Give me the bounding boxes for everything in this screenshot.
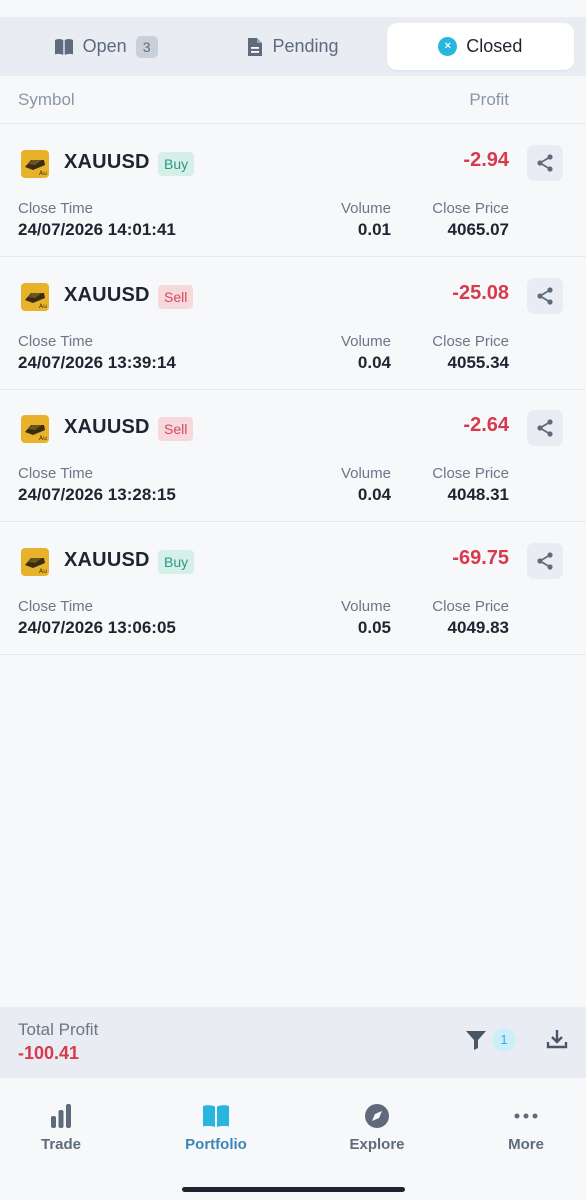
trade-profit: -69.75 xyxy=(452,547,509,569)
nav-trade-label: Trade xyxy=(40,1136,82,1153)
trade-profit: -25.08 xyxy=(452,282,509,304)
nav-trade[interactable]: Trade xyxy=(11,1102,111,1153)
nav-explore-label: Explore xyxy=(349,1136,405,1153)
symbol-column-header: Symbol xyxy=(18,90,75,109)
profit-column-header: Profit xyxy=(469,90,509,109)
close-price-label: Close Price xyxy=(432,200,509,217)
gold-bars-icon: Au xyxy=(21,150,49,178)
order-tabs: Open 3 Pending × Closed xyxy=(0,17,586,76)
nav-more-label: More xyxy=(508,1136,544,1153)
gold-bars-icon: Au xyxy=(21,415,49,443)
svg-text:Au: Au xyxy=(39,303,47,310)
share-button[interactable] xyxy=(527,145,563,181)
filter-count-badge: 1 xyxy=(492,1028,516,1052)
portfolio-screen: Open 3 Pending × Closed Symbol Profit Au xyxy=(0,0,586,1200)
share-icon xyxy=(537,419,553,437)
volume-value: 0.01 xyxy=(357,220,391,239)
bottom-navigation: Trade Portfolio Explore More xyxy=(0,1078,586,1200)
share-button[interactable] xyxy=(527,410,563,446)
tab-open-label: Open xyxy=(82,36,127,56)
close-time-label: Close Time xyxy=(18,465,94,482)
close-price-label: Close Price xyxy=(432,598,509,615)
close-time-label: Close Time xyxy=(18,598,94,615)
compass-icon xyxy=(365,1104,389,1128)
close-time-value: 24/07/2026 13:28:15 xyxy=(18,485,176,504)
tab-pending-label: Pending xyxy=(272,36,339,56)
book-icon xyxy=(203,1105,229,1127)
document-icon xyxy=(248,37,263,56)
nav-portfolio[interactable]: Portfolio xyxy=(166,1102,266,1153)
close-time-value: 24/07/2026 14:01:41 xyxy=(18,220,176,239)
tab-open[interactable]: Open 3 xyxy=(12,23,199,70)
trade-side-badge: Sell xyxy=(158,285,194,309)
close-price-value: 4048.31 xyxy=(447,485,509,504)
share-button[interactable] xyxy=(527,543,563,579)
svg-text:Au: Au xyxy=(39,435,47,442)
trade-symbol: XAUUSD xyxy=(64,549,150,571)
trade-side-badge: Buy xyxy=(158,152,195,176)
close-time-label: Close Time xyxy=(18,333,94,350)
column-header: Symbol Profit xyxy=(0,76,586,124)
trade-side-badge: Buy xyxy=(158,550,195,574)
volume-label: Volume xyxy=(340,598,391,615)
nav-more[interactable]: More xyxy=(476,1102,576,1153)
close-time-value: 24/07/2026 13:39:14 xyxy=(18,353,176,372)
filter-icon[interactable] xyxy=(465,1029,487,1051)
close-price-label: Close Price xyxy=(432,333,509,350)
volume-value: 0.04 xyxy=(357,353,391,372)
total-profit-bar: Total Profit -100.41 1 xyxy=(0,1007,586,1078)
trade-symbol: XAUUSD xyxy=(64,416,150,438)
volume-label: Volume xyxy=(340,200,391,217)
trade-row[interactable]: Au XAUUSD Sell -25.08 Close Time 24/07/2… xyxy=(0,257,586,390)
open-count-badge: 3 xyxy=(135,35,158,58)
share-icon xyxy=(537,154,553,172)
total-profit-label: Total Profit xyxy=(18,1020,99,1039)
gold-bars-icon: Au xyxy=(21,283,49,311)
tab-pending[interactable]: Pending xyxy=(199,23,386,70)
close-time-label: Close Time xyxy=(18,200,94,217)
nav-explore[interactable]: Explore xyxy=(327,1102,427,1153)
nav-portfolio-label: Portfolio xyxy=(185,1136,247,1153)
total-profit-value: -100.41 xyxy=(18,1043,80,1063)
trade-row[interactable]: Au XAUUSD Buy -2.94 Close Time 24/07/202… xyxy=(0,124,586,257)
close-circle-icon: × xyxy=(438,37,458,56)
download-icon[interactable] xyxy=(545,1027,569,1051)
home-indicator[interactable] xyxy=(182,1187,405,1192)
bar-chart-icon xyxy=(51,1104,71,1128)
volume-value: 0.04 xyxy=(357,485,391,504)
trade-symbol: XAUUSD xyxy=(64,284,150,306)
close-price-value: 4065.07 xyxy=(447,220,509,239)
volume-value: 0.05 xyxy=(357,618,391,637)
book-open-icon xyxy=(54,38,73,55)
volume-label: Volume xyxy=(340,333,391,350)
close-price-value: 4049.83 xyxy=(447,618,509,637)
svg-text:Au: Au xyxy=(39,568,47,575)
share-icon xyxy=(537,552,553,570)
trade-profit: -2.94 xyxy=(463,149,509,171)
trade-row[interactable]: Au XAUUSD Buy -69.75 Close Time 24/07/20… xyxy=(0,522,586,655)
tab-closed[interactable]: × Closed xyxy=(386,23,574,70)
trade-side-badge: Sell xyxy=(158,417,194,441)
tab-closed-label: Closed xyxy=(466,36,523,56)
gold-bars-icon: Au xyxy=(21,548,49,576)
close-time-value: 24/07/2026 13:06:05 xyxy=(18,618,176,637)
volume-label: Volume xyxy=(340,465,391,482)
more-dots-icon xyxy=(514,1113,538,1119)
close-price-label: Close Price xyxy=(432,465,509,482)
close-price-value: 4055.34 xyxy=(447,353,509,372)
trade-profit: -2.64 xyxy=(463,414,509,436)
trade-symbol: XAUUSD xyxy=(64,151,150,173)
svg-text:Au: Au xyxy=(39,170,47,177)
trade-row[interactable]: Au XAUUSD Sell -2.64 Close Time 24/07/20… xyxy=(0,389,586,522)
share-icon xyxy=(537,287,553,305)
share-button[interactable] xyxy=(527,278,563,314)
